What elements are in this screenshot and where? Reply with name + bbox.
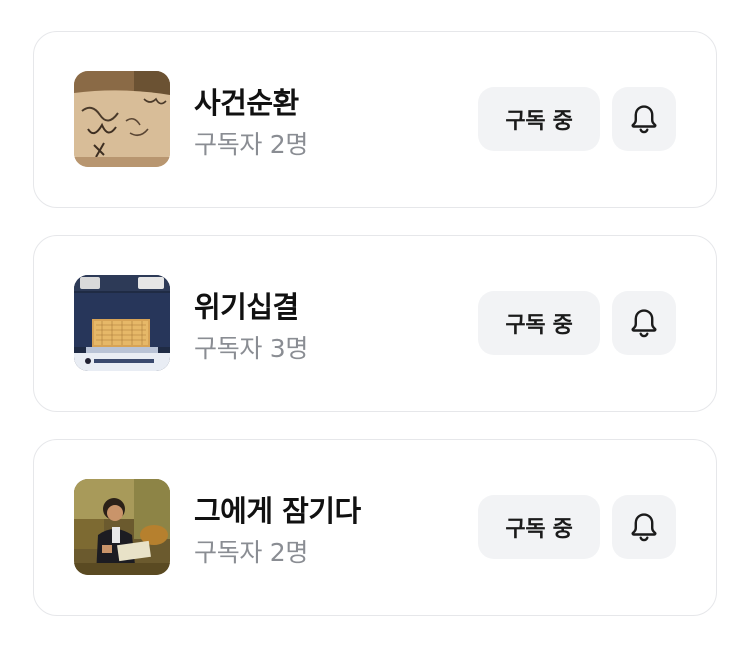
channel-card[interactable]: 위기십결 구독자 3명 구독 중 (33, 235, 717, 412)
channel-title[interactable]: 사건순환 (194, 80, 299, 122)
channel-thumbnail[interactable] (74, 71, 170, 167)
man-reading-image (74, 479, 170, 575)
go-board-tournament-image (74, 275, 170, 371)
subscriber-count: 구독자 2명 (194, 538, 309, 567)
bell-icon (631, 513, 657, 542)
notification-button[interactable] (612, 291, 676, 355)
channel-thumbnail[interactable] (74, 479, 170, 575)
subscriber-count: 구독자 2명 (194, 130, 309, 159)
channel-card[interactable]: 사건순환 구독자 2명 구독 중 (33, 31, 717, 208)
channel-title[interactable]: 그에게 잠기다 (194, 488, 361, 530)
subscription-list: 사건순환 구독자 2명 구독 중 위기십결 구독자 3명 구독 중 그에게 잠기… (0, 0, 750, 648)
subscriber-count: 구독자 3명 (194, 334, 309, 363)
channel-title[interactable]: 위기십결 (194, 284, 299, 326)
channel-card[interactable]: 그에게 잠기다 구독자 2명 구독 중 (33, 439, 717, 616)
bell-icon (631, 105, 657, 134)
subscribed-button[interactable]: 구독 중 (478, 495, 600, 559)
handwritten-notes-image (74, 71, 170, 167)
notification-button[interactable] (612, 495, 676, 559)
channel-thumbnail[interactable] (74, 275, 170, 371)
subscribed-button[interactable]: 구독 중 (478, 291, 600, 355)
subscribed-button[interactable]: 구독 중 (478, 87, 600, 151)
notification-button[interactable] (612, 87, 676, 151)
bell-icon (631, 309, 657, 338)
